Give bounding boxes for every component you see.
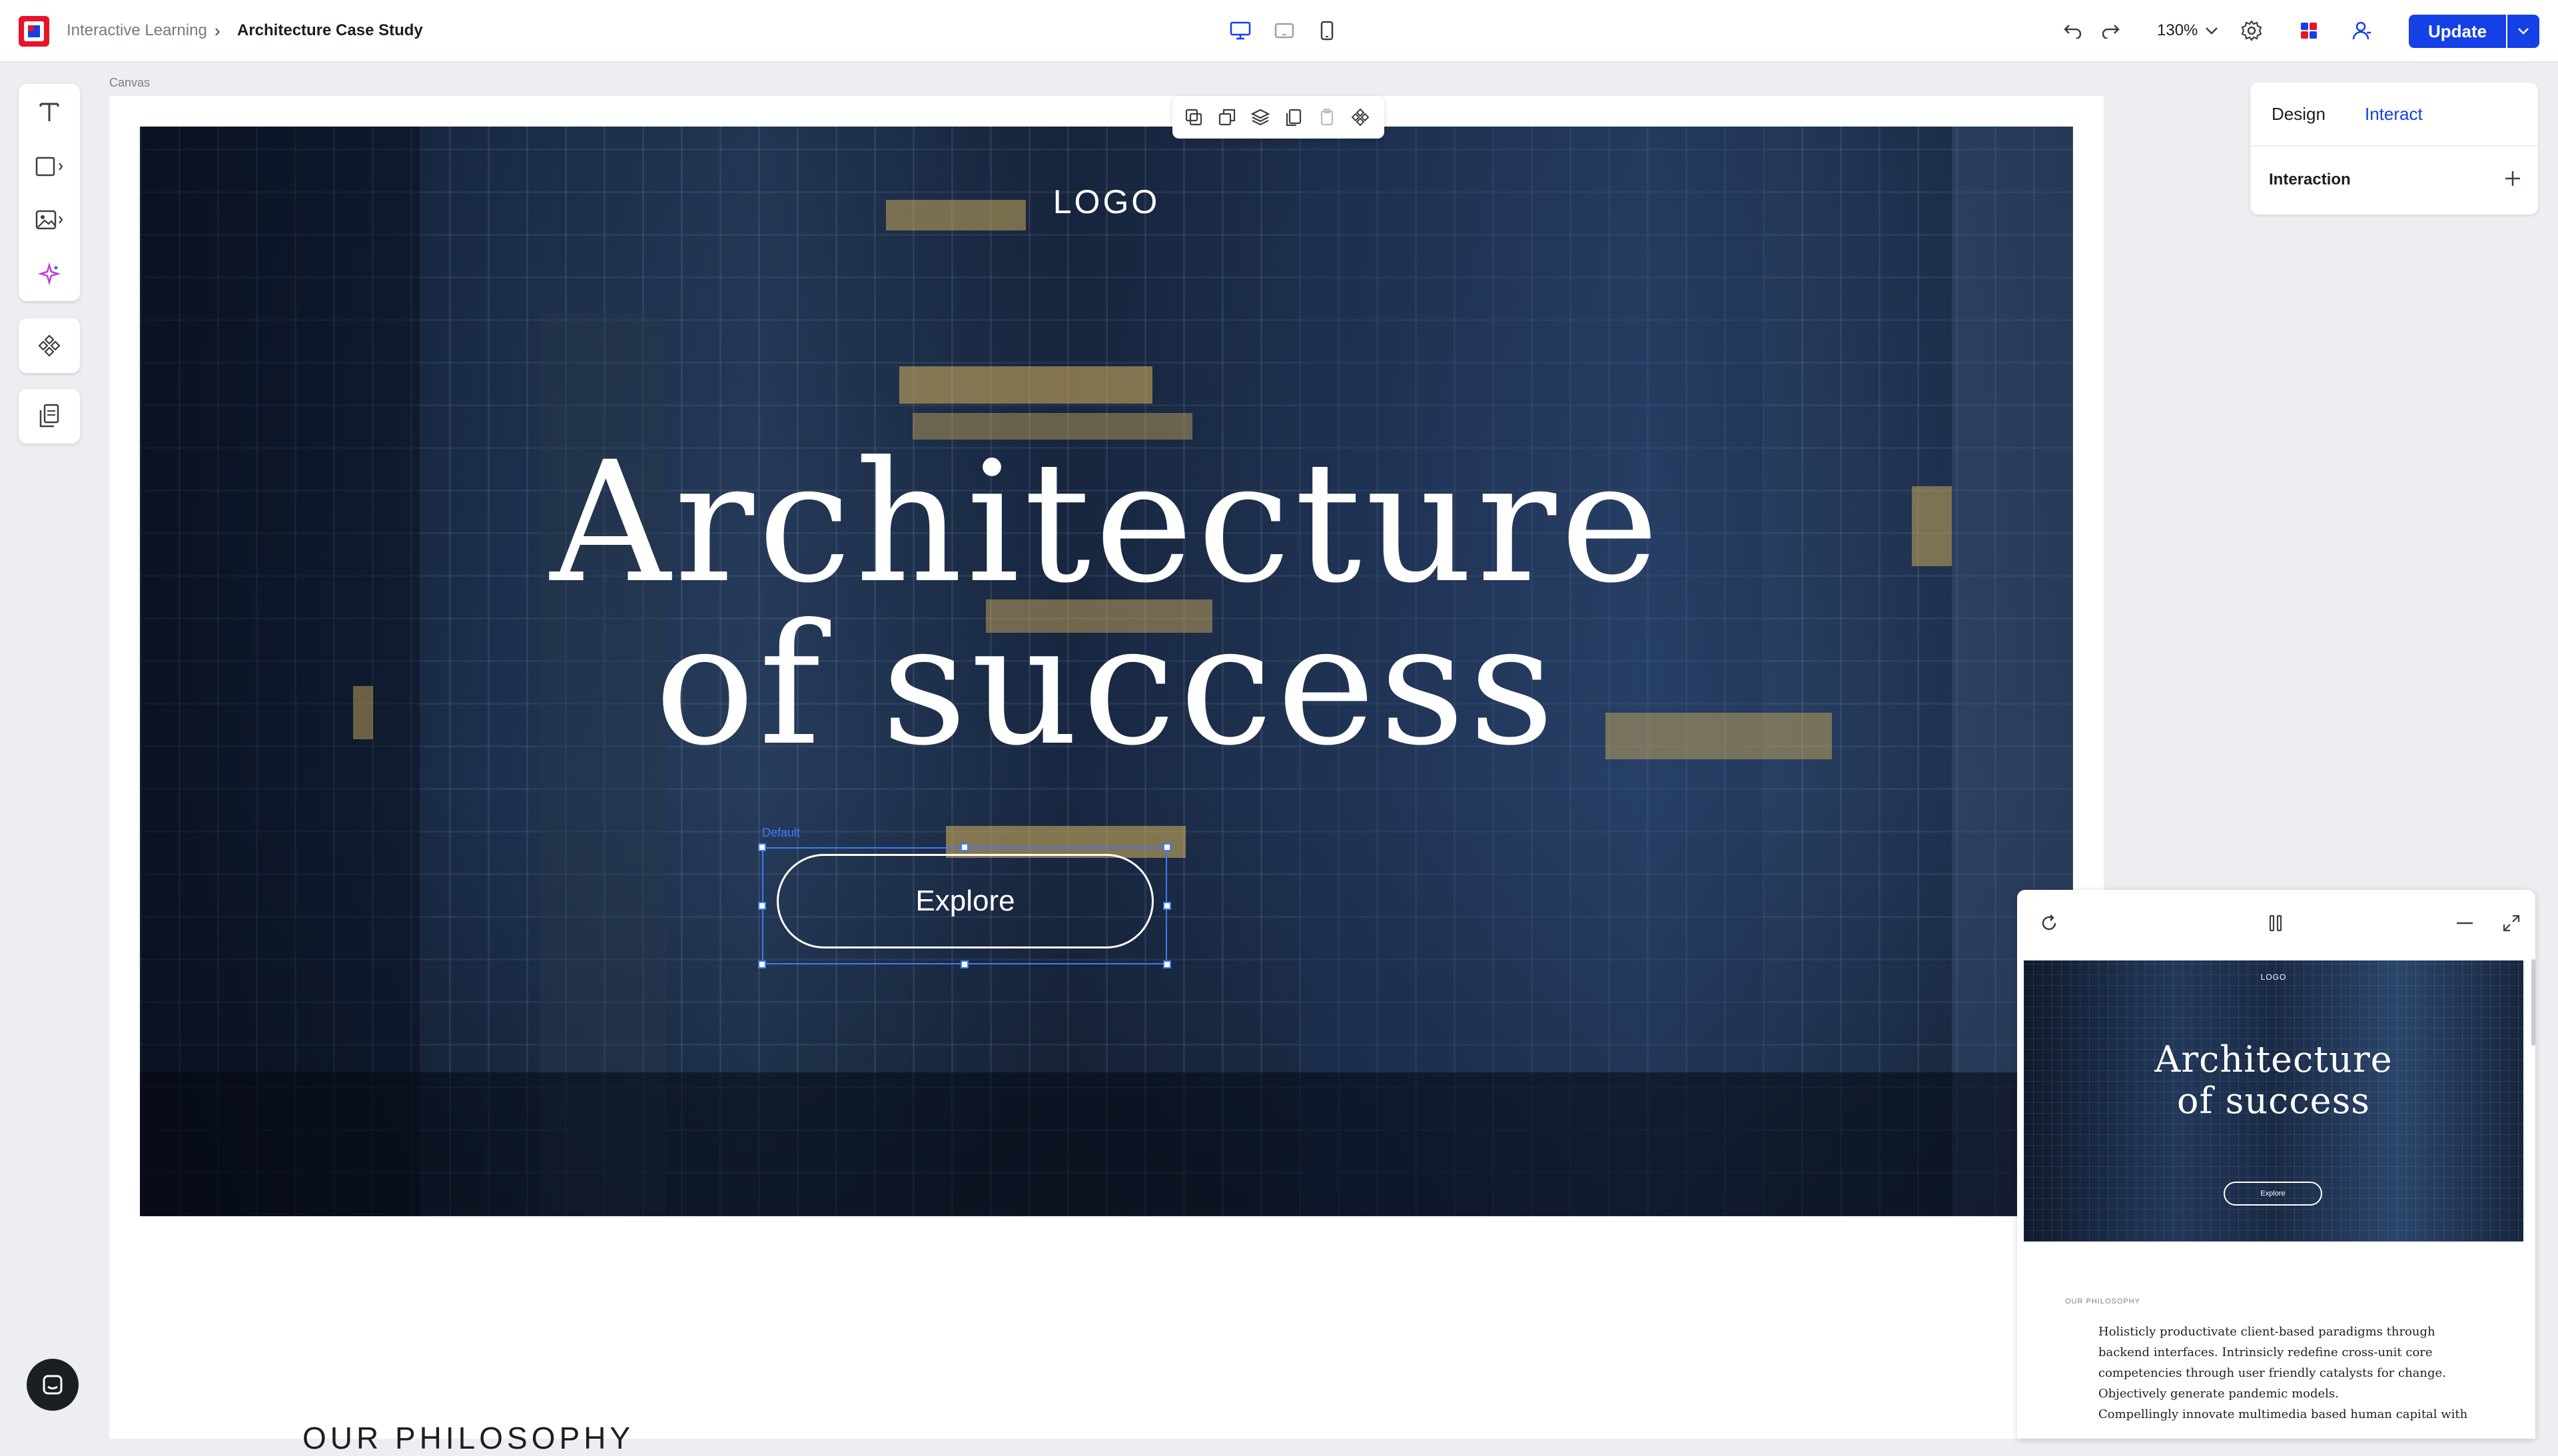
- refresh-icon[interactable]: [2036, 910, 2062, 936]
- hero-title[interactable]: Architecture of success: [140, 440, 2073, 769]
- add-interaction-plus-icon[interactable]: [2501, 167, 2525, 190]
- resize-handle-l[interactable]: [758, 902, 766, 910]
- preview-title-line1: Architecture: [2154, 1038, 2393, 1080]
- resize-handle-bl[interactable]: [758, 960, 766, 968]
- panel-divider: [2250, 145, 2538, 147]
- preview-paragraph-line: Holisticly productivate client-based par…: [2098, 1325, 2435, 1339]
- preview-paragraph-line: Objectively generate pandemic models.: [2098, 1387, 2339, 1401]
- preview-paragraph-line: backend interfaces. Intrinsicly redefine…: [2098, 1345, 2433, 1359]
- add-elements-toolbar: [19, 84, 80, 301]
- philosophy-heading[interactable]: OUR PHILOSOPHY: [302, 1420, 634, 1456]
- window-light: [899, 366, 1152, 404]
- app-logo[interactable]: [19, 16, 49, 47]
- apps-grid-icon[interactable]: [2294, 16, 2324, 45]
- resize-handle-b[interactable]: [961, 960, 969, 968]
- breadcrumb-parent[interactable]: Interactive Learning: [67, 20, 207, 41]
- duplicate-icon[interactable]: [1182, 105, 1206, 129]
- shape-tool-icon[interactable]: [19, 139, 80, 194]
- undo-icon[interactable]: [2058, 16, 2088, 45]
- ai-sparkle-icon[interactable]: [19, 246, 80, 302]
- update-dropdown-chevron-icon[interactable]: [2507, 15, 2539, 48]
- element-floating-toolbar: [1172, 96, 1384, 139]
- resize-handle-t[interactable]: [961, 843, 969, 851]
- resize-handle-tl[interactable]: [758, 843, 766, 851]
- preview-section-label: OUR PHILOSOPHY: [2065, 1297, 2141, 1305]
- hero-logo-text[interactable]: LOGO: [140, 182, 2073, 221]
- tab-interact[interactable]: Interact: [2365, 103, 2423, 125]
- mobile-view-icon[interactable]: [1312, 16, 1342, 45]
- hero-section[interactable]: LOGO Architecture of success: [140, 127, 2073, 1216]
- preview-explore-button[interactable]: Explore: [2224, 1182, 2322, 1206]
- preview-paragraph-line: Compellingly innovate multimedia based h…: [2098, 1407, 2468, 1421]
- components-toolbar: [19, 318, 80, 373]
- preview-scrollbar[interactable]: [2531, 959, 2535, 1046]
- preview-hero: LOGO Architecture of success Explore: [2024, 960, 2523, 1242]
- preview-title: Architecture of success: [2024, 1039, 2523, 1122]
- resize-handle-br[interactable]: [1163, 960, 1171, 968]
- hero-title-line1: Architecture: [550, 426, 1663, 619]
- explore-button[interactable]: Explore: [777, 854, 1154, 948]
- pages-toolbar: [19, 389, 80, 444]
- preview-paragraph-line: competencies through user friendly catal…: [2098, 1366, 2446, 1380]
- minimize-icon[interactable]: [2451, 910, 2478, 936]
- preview-title-line2: of success: [2176, 1080, 2371, 1122]
- preview-paragraph: Holisticly productivate client-based par…: [2098, 1321, 2478, 1425]
- resize-handle-tr[interactable]: [1163, 843, 1171, 851]
- text-tool-icon[interactable]: [19, 84, 80, 140]
- copy-icon[interactable]: [1215, 105, 1239, 129]
- desktop-view-icon[interactable]: [1226, 16, 1255, 45]
- layers-icon[interactable]: [1248, 105, 1272, 129]
- resize-handle-r[interactable]: [1163, 902, 1171, 910]
- zoom-level[interactable]: 130%: [2157, 20, 2198, 41]
- user-icon[interactable]: [2347, 16, 2377, 45]
- canvas-label: Canvas: [109, 76, 151, 89]
- selection-state-label: Default: [762, 826, 801, 839]
- pause-icon[interactable]: [2262, 910, 2289, 936]
- paste-style-icon[interactable]: [1282, 105, 1306, 129]
- preview-window: LOGO Architecture of success Explore OUR…: [2017, 890, 2535, 1439]
- hero-title-line2: of success: [654, 588, 1559, 782]
- tab-design[interactable]: Design: [2272, 103, 2326, 125]
- redo-icon[interactable]: [2096, 16, 2125, 45]
- explore-button-selection[interactable]: Explore: [758, 843, 1171, 968]
- tablet-view-icon[interactable]: [1270, 16, 1299, 45]
- pages-icon[interactable]: [19, 389, 80, 444]
- properties-panel: Design Interact Interaction: [2250, 83, 2538, 214]
- zoom-chevron-down-icon[interactable]: [2200, 19, 2224, 43]
- breadcrumb-separator: ›: [214, 21, 220, 41]
- preview-logo: LOGO: [2260, 972, 2287, 982]
- breadcrumb-current: Architecture Case Study: [237, 21, 423, 39]
- create-component-icon[interactable]: [1348, 105, 1372, 129]
- update-button[interactable]: Update: [2409, 15, 2506, 48]
- top-bar: Interactive Learning › Architecture Case…: [0, 0, 2558, 63]
- settings-gear-icon[interactable]: [2237, 16, 2266, 45]
- expand-icon[interactable]: [2498, 910, 2525, 936]
- components-icon[interactable]: [19, 318, 80, 373]
- ground-shadow: [140, 1072, 2073, 1216]
- image-tool-icon[interactable]: [19, 192, 80, 248]
- chat-icon: [43, 1375, 63, 1395]
- interaction-label: Interaction: [2269, 171, 2351, 188]
- paste-icon-disabled[interactable]: [1315, 105, 1339, 129]
- chat-support-button[interactable]: [27, 1359, 79, 1411]
